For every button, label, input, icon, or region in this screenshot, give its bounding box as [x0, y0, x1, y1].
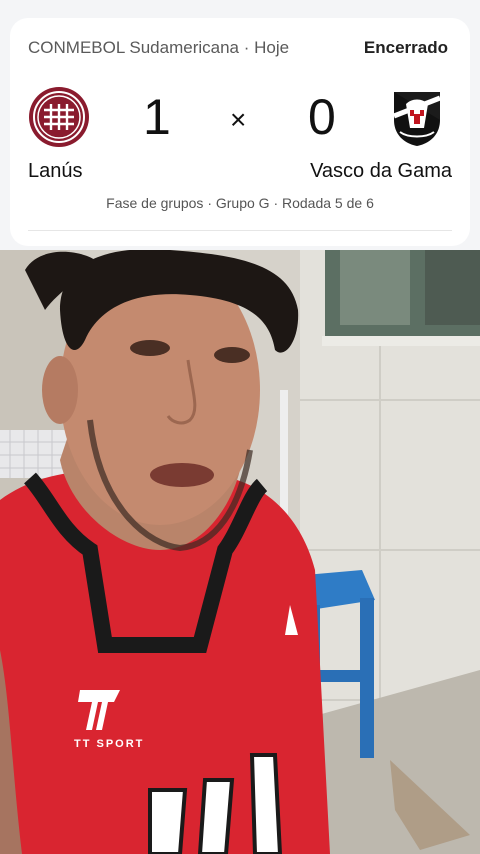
video-scene-illustration: TT SPORT	[0, 250, 480, 854]
match-score-card[interactable]: CONMEBOL Sudamericana · Hoje Encerrado 1…	[10, 18, 470, 246]
away-score: 0	[308, 89, 336, 145]
lanus-logo-icon[interactable]	[28, 86, 90, 148]
away-team-name[interactable]: Vasco da Gama	[310, 160, 452, 183]
jersey-brand-text: TT SPORT	[74, 738, 144, 750]
home-score: 1	[143, 89, 171, 145]
video-frame[interactable]: TT SPORT	[0, 250, 480, 854]
match-status-label: Encerrado	[363, 38, 448, 57]
home-team-name[interactable]: Lanús	[28, 160, 83, 183]
league-date-label: CONMEBOL Sudamericana · Hoje	[28, 38, 290, 57]
vasco-logo-icon[interactable]	[386, 86, 448, 148]
score-separator: ×	[230, 104, 247, 135]
card-divider	[28, 230, 452, 231]
match-stage-info: Fase de grupos · Grupo G · Rodada 5 de 6	[106, 195, 374, 211]
